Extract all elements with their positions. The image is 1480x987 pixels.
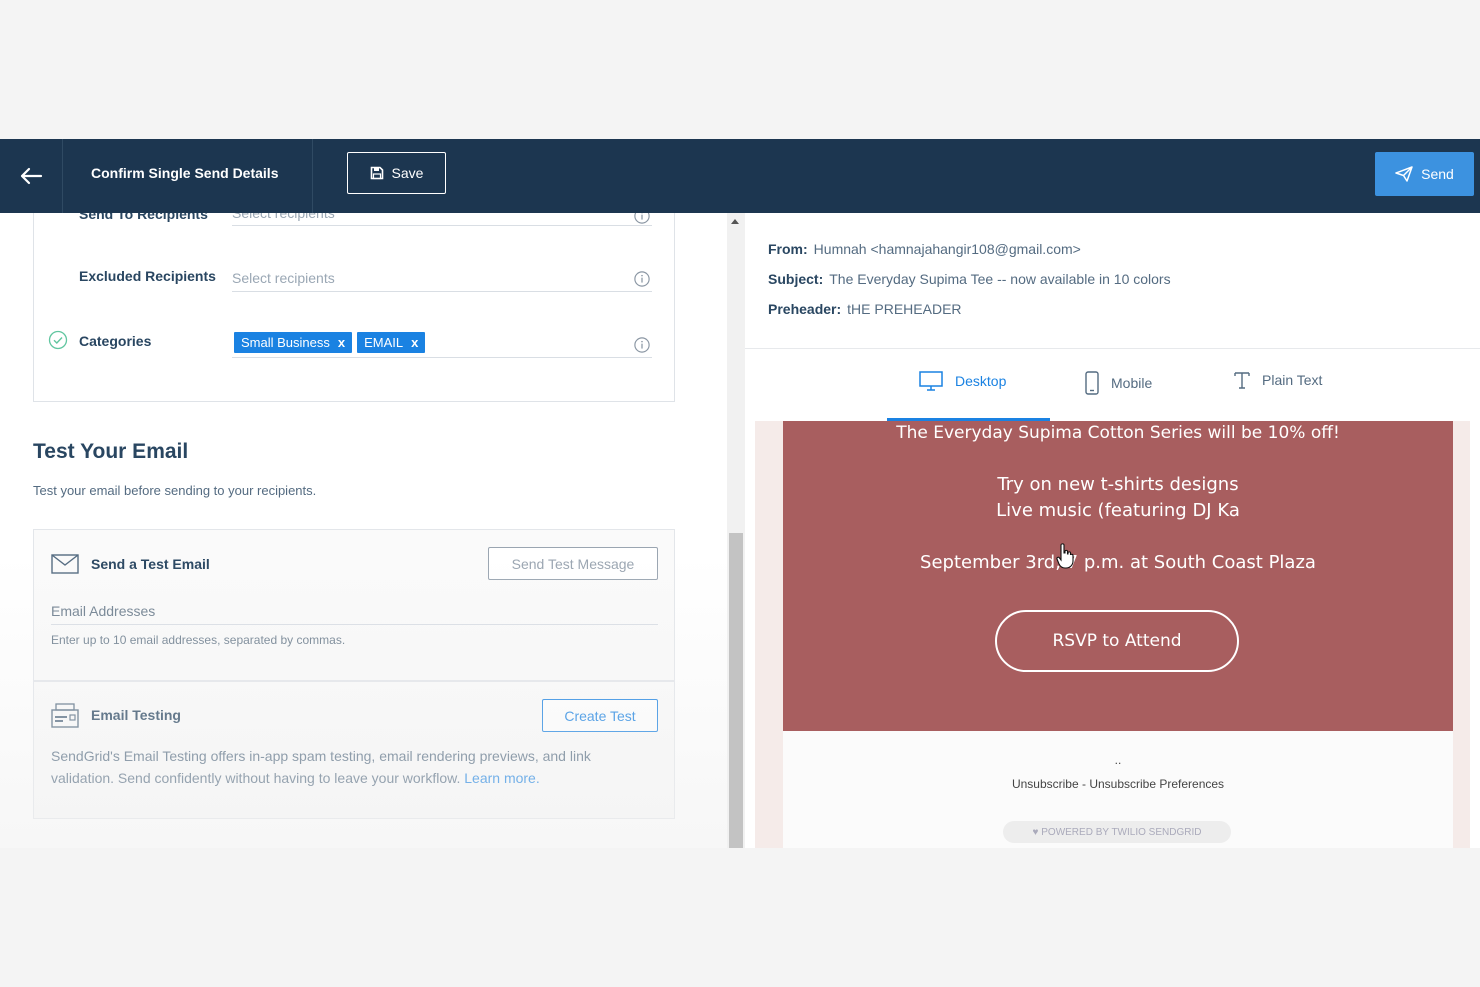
banner-line: The Everyday Supima Cotton Series will b… bbox=[896, 423, 1340, 443]
single-send-app: Confirm Single Send Details Save Send Se… bbox=[0, 139, 1480, 848]
preheader-value: tHE PREHEADER bbox=[847, 301, 962, 317]
save-icon bbox=[370, 166, 383, 180]
hand-cursor-icon bbox=[1056, 543, 1074, 569]
phone-icon bbox=[1085, 371, 1099, 395]
subject-value: The Everyday Supima Tee -- now available… bbox=[829, 271, 1171, 287]
test-email-description: Test your email before sending to your r… bbox=[33, 483, 317, 498]
send-button[interactable]: Send bbox=[1375, 152, 1474, 196]
email-addresses-input[interactable]: Email Addresses bbox=[51, 603, 155, 619]
arrow-left-icon bbox=[20, 167, 43, 185]
chip-remove-button[interactable]: x bbox=[338, 335, 345, 350]
envelope-icon bbox=[51, 554, 79, 574]
rsvp-button[interactable]: RSVP to Attend bbox=[995, 610, 1239, 672]
page-title: Confirm Single Send Details bbox=[91, 165, 279, 181]
send-test-email-card: Send a Test Email Send Test Message Emai… bbox=[33, 529, 675, 681]
category-chip: EMAIL x bbox=[357, 332, 426, 353]
info-icon[interactable] bbox=[634, 271, 650, 287]
field-underline bbox=[232, 291, 652, 292]
back-button[interactable] bbox=[0, 139, 63, 213]
email-testing-description: SendGrid's Email Testing offers in-app s… bbox=[51, 745, 651, 789]
from-label: From: bbox=[768, 241, 808, 257]
preheader-row: Preheader: tHE PREHEADER bbox=[768, 301, 962, 317]
subject-label: Subject: bbox=[768, 271, 824, 287]
banner-line: September 3rd, 7 p.m. at South Coast Pla… bbox=[920, 552, 1316, 573]
tab-mobile-label: Mobile bbox=[1111, 375, 1153, 391]
send-test-message-button[interactable]: Send Test Message bbox=[488, 547, 658, 580]
scroll-up-arrow[interactable] bbox=[731, 219, 739, 224]
subject-row: Subject: The Everyday Supima Tee -- now a… bbox=[768, 271, 1171, 287]
email-testing-title: Email Testing bbox=[91, 707, 181, 723]
field-underline bbox=[232, 357, 652, 358]
email-addresses-helper: Enter up to 10 email addresses, separate… bbox=[51, 633, 346, 647]
text-icon bbox=[1234, 372, 1250, 389]
email-banner: The Everyday Supima Cotton Series will b… bbox=[783, 421, 1453, 731]
from-value: Humnah <hamnajahangir108@gmail.com> bbox=[813, 241, 1081, 257]
learn-more-link[interactable]: Learn more. bbox=[464, 770, 539, 786]
tab-mobile[interactable]: Mobile bbox=[1085, 371, 1152, 395]
recipients-card: Send To Recipients Select recipients Exc… bbox=[33, 213, 675, 402]
divider bbox=[745, 348, 1480, 349]
tab-desktop-label: Desktop bbox=[955, 373, 1007, 389]
create-test-button[interactable]: Create Test bbox=[542, 699, 658, 732]
chip-label: EMAIL bbox=[364, 335, 404, 350]
info-icon[interactable] bbox=[634, 337, 650, 353]
top-bar: Confirm Single Send Details Save Send bbox=[0, 139, 1480, 213]
details-panel: Send To Recipients Select recipients Exc… bbox=[0, 213, 727, 848]
from-row: From: Humnah <hamnajahangir108@gmail.com> bbox=[768, 241, 1081, 257]
banner-line: Live music (featuring DJ Ka bbox=[996, 500, 1240, 521]
preview-panel: From: Humnah <hamnajahangir108@gmail.com>… bbox=[745, 213, 1480, 848]
monitor-icon bbox=[919, 371, 943, 391]
field-underline bbox=[232, 225, 652, 226]
scrollbar-thumb[interactable] bbox=[729, 533, 743, 848]
save-button[interactable]: Save bbox=[347, 152, 446, 194]
divider bbox=[312, 139, 313, 213]
test-email-heading: Test Your Email bbox=[33, 440, 189, 463]
footer-dots: .. bbox=[1114, 753, 1122, 767]
unsubscribe-links[interactable]: Unsubscribe - Unsubscribe Preferences bbox=[783, 777, 1453, 791]
tab-plain-text-label: Plain Text bbox=[1262, 372, 1323, 388]
excluded-recipients-label: Excluded Recipients bbox=[79, 268, 216, 284]
excluded-recipients-input[interactable]: Select recipients bbox=[232, 270, 335, 286]
field-underline bbox=[51, 624, 658, 625]
category-chips: Small Business x EMAIL x bbox=[234, 332, 430, 353]
paper-plane-icon bbox=[1395, 166, 1413, 182]
chip-label: Small Business bbox=[241, 335, 330, 350]
send-to-input[interactable]: Select recipients bbox=[232, 213, 335, 221]
check-circle-icon bbox=[48, 330, 68, 350]
preheader-label: Preheader: bbox=[768, 301, 842, 317]
category-chip: Small Business x bbox=[234, 332, 353, 353]
send-test-email-title: Send a Test Email bbox=[91, 556, 210, 572]
tab-desktop[interactable]: Desktop bbox=[919, 371, 1006, 391]
save-label: Save bbox=[391, 165, 424, 181]
send-label: Send bbox=[1421, 166, 1454, 182]
inbox-tray-icon bbox=[51, 703, 79, 728]
email-testing-card: Email Testing Create Test SendGrid's Ema… bbox=[33, 681, 675, 819]
tab-plain-text[interactable]: Plain Text bbox=[1234, 371, 1322, 389]
chip-remove-button[interactable]: x bbox=[411, 335, 418, 350]
email-footer: .. Unsubscribe - Unsubscribe Preferences… bbox=[783, 731, 1453, 848]
info-icon[interactable] bbox=[634, 213, 650, 224]
banner-line: Try on new t-shirts designs bbox=[997, 474, 1239, 495]
powered-by-badge: ♥ POWERED BY TWILIO SENDGRID bbox=[1003, 821, 1231, 843]
categories-label: Categories bbox=[79, 333, 152, 349]
send-to-label: Send To Recipients bbox=[79, 213, 208, 222]
